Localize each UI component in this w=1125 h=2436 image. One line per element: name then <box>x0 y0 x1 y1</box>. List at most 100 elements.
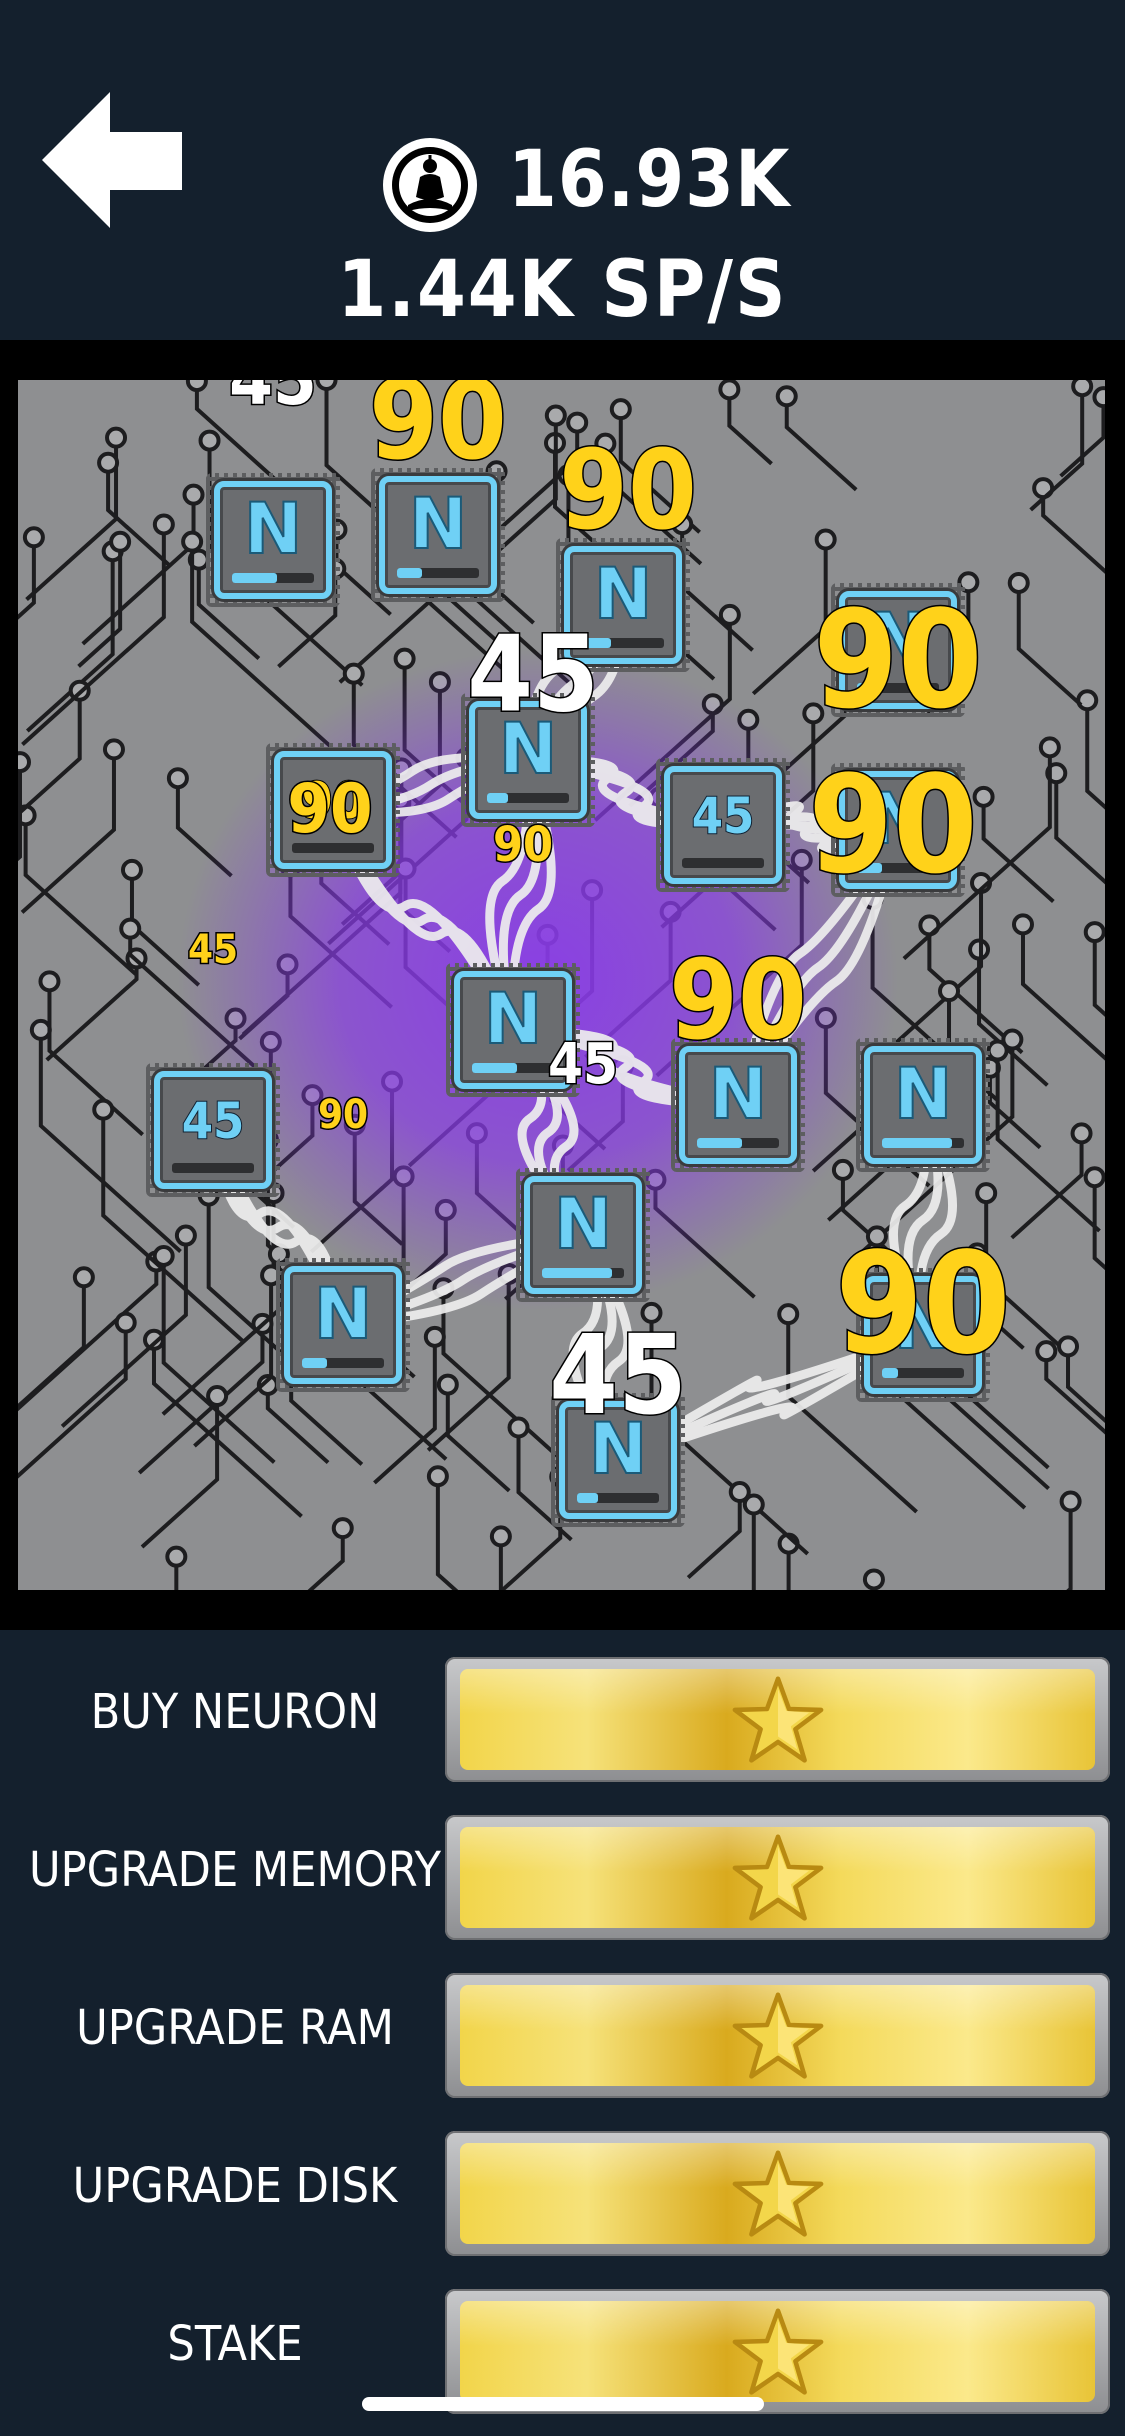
circuit-pad <box>507 1416 530 1439</box>
circuit-trace <box>727 389 773 466</box>
chip-progress-bar <box>302 1358 384 1368</box>
circuit-pad <box>97 451 120 474</box>
circuit-trace <box>1066 1501 1073 1590</box>
circuit-pad <box>1038 736 1061 759</box>
neuron-chip[interactable]: N <box>371 468 505 602</box>
chip-progress-fill <box>397 568 422 578</box>
circuit-pad <box>1011 913 1034 936</box>
neuron-letter: N <box>313 1272 374 1356</box>
action-panel: BUY NEURON UPGRADE MEMORY UPGRADE RAM UPGRA… <box>0 1630 1125 2436</box>
neuron-chip[interactable]: 45 <box>656 758 790 892</box>
circuit-pad <box>166 767 189 790</box>
circuit-pad <box>423 1325 446 1348</box>
circuit-pad <box>92 1098 115 1121</box>
floating-reward-number: 45 <box>548 1311 689 1439</box>
circuit-pad <box>393 647 416 670</box>
circuit-pad <box>185 380 208 393</box>
neuron-letter: N <box>408 482 469 566</box>
neuron-chip[interactable]: N <box>856 1038 990 1172</box>
circuit-pad <box>109 530 132 553</box>
neuron-chip[interactable]: N <box>276 1258 410 1392</box>
circuit-pad <box>119 917 142 940</box>
circuit-pad <box>22 526 45 549</box>
star-icon <box>732 2149 823 2237</box>
chip-progress-fill <box>577 1493 598 1503</box>
floating-reward-number: 45 <box>546 1032 619 1097</box>
home-indicator[interactable] <box>362 2397 764 2411</box>
circuit-pad <box>1035 1340 1058 1363</box>
circuit-pad <box>331 1517 354 1540</box>
circuit-trace <box>140 1396 220 1549</box>
circuit-trace <box>1041 488 1105 574</box>
circuit-trace <box>981 796 1055 904</box>
chip-progress-bar <box>472 1063 554 1073</box>
back-button[interactable] <box>42 92 192 232</box>
neuron-board[interactable]: N N N N 90 45 N N N 45 N N N N N N 45 90 90 90 45 90 90 90 45 90… <box>18 380 1105 1590</box>
arrow-left-icon <box>42 92 182 228</box>
circuit-pad <box>436 1373 459 1396</box>
circuit-pad <box>975 1182 998 1205</box>
circuit-pad <box>38 970 61 993</box>
circuit-pad <box>1059 1490 1082 1513</box>
chip-progress-bar <box>397 568 479 578</box>
buddha-meditation-icon <box>380 135 480 235</box>
circuit-pad <box>181 530 204 553</box>
chip-progress-bar <box>577 1493 659 1503</box>
floating-reward-number: 90 <box>558 426 699 554</box>
neuron-chip[interactable]: 45 <box>146 1063 280 1197</box>
neuron-chip[interactable]: N <box>516 1168 650 1302</box>
circuit-pad <box>1070 1122 1093 1145</box>
circuit-pad <box>1057 1335 1080 1358</box>
neuron-letter: N <box>243 487 304 571</box>
star-icon <box>732 1991 823 2079</box>
circuit-trace <box>445 1384 511 1493</box>
floating-reward-number: 90 <box>812 581 984 739</box>
chip-progress-bar <box>232 573 314 583</box>
action-button[interactable] <box>445 2289 1110 2414</box>
action-button[interactable] <box>445 1657 1110 1782</box>
neuron-letter: N <box>553 1182 614 1266</box>
action-label: UPGRADE MEMORY <box>28 1842 442 1898</box>
chip-progress-fill <box>697 1138 743 1148</box>
action-row: UPGRADE DISK <box>0 2116 1125 2256</box>
circuit-trace <box>784 396 858 492</box>
circuit-trace <box>1016 582 1083 707</box>
circuit-pad <box>114 1311 137 1334</box>
chip-value: 45 <box>181 1091 246 1151</box>
action-button[interactable] <box>445 2131 1110 2256</box>
circuit-pad <box>938 980 961 1003</box>
circuit-pad <box>777 1303 800 1326</box>
circuit-pad <box>426 1465 449 1488</box>
production-rate: 1.44K SP/S <box>337 245 788 335</box>
action-button[interactable] <box>445 1815 1110 1940</box>
circuit-trace <box>193 1275 274 1448</box>
chip-progress-bar <box>542 1268 624 1278</box>
circuit-trace <box>307 1528 345 1590</box>
action-row: BUY NEURON <box>0 1642 1125 1782</box>
circuit-pad <box>102 738 125 761</box>
circuit-pad <box>1076 689 1099 712</box>
circuit-pad <box>174 1224 197 1247</box>
floating-reward-number: 90 <box>834 1223 1012 1386</box>
currency-amount: 16.93K <box>508 135 791 225</box>
circuit-trace <box>1092 932 1105 1017</box>
neuron-letter: N <box>893 1052 954 1136</box>
circuit-pad <box>342 662 365 685</box>
circuit-pad <box>315 380 338 392</box>
circuit-trace <box>1054 773 1105 885</box>
circuit-pad <box>1083 921 1105 944</box>
chip-progress-fill <box>882 1138 952 1148</box>
action-label: STAKE <box>167 2316 303 2372</box>
circuit-pad <box>1071 380 1094 398</box>
action-label: BUY NEURON <box>90 1684 380 1740</box>
circuit-trace <box>18 762 22 862</box>
circuit-trace <box>18 537 36 620</box>
floating-reward-number: 45 <box>186 927 239 973</box>
action-button[interactable] <box>445 1973 1110 2098</box>
circuit-pad <box>489 1525 512 1548</box>
star-icon <box>732 1833 823 1921</box>
chip-value: 45 <box>691 786 756 846</box>
circuit-pad <box>152 513 175 536</box>
neuron-chip[interactable]: N <box>206 473 340 607</box>
circuit-trace <box>81 494 196 646</box>
